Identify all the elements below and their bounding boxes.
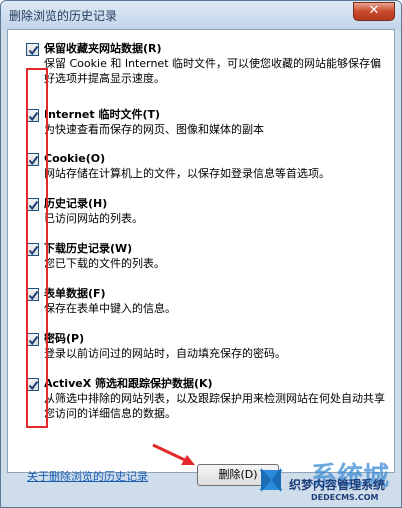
- checkbox-passwords[interactable]: [26, 333, 39, 346]
- checkmark-icon: [28, 245, 39, 256]
- watermark: 系统城 织梦内容管理系统 DEDECMS.COM: [241, 456, 401, 507]
- arrow-annotation-icon: [152, 443, 195, 465]
- checkbox-history[interactable]: [26, 198, 39, 211]
- checkbox-cookies[interactable]: [26, 153, 39, 166]
- checkmark-icon: [28, 155, 39, 166]
- checkbox-temp-files[interactable]: [26, 109, 39, 122]
- option-label[interactable]: 下载历史记录(W): [44, 242, 132, 256]
- close-button[interactable]: ✕: [353, 2, 395, 21]
- option-description: 保留 Cookie 和 Internet 临时文件，可以使您收藏的网站能够保存偏…: [44, 57, 381, 85]
- checkmark-icon: [28, 335, 39, 346]
- option-label[interactable]: ActiveX 筛选和跟踪保护数据(K): [44, 377, 213, 391]
- option-label[interactable]: Internet 临时文件(T): [44, 108, 160, 122]
- watermark-line1: 织梦内容管理系统: [289, 478, 386, 492]
- option-label[interactable]: 密码(P): [44, 332, 84, 346]
- option-description: 保存在表单中键入的信息。: [44, 302, 176, 315]
- watermark-logo-icon: [259, 468, 283, 492]
- checkmark-icon: [28, 200, 39, 211]
- checkbox-activex-tracking[interactable]: [26, 378, 39, 391]
- checkbox-favorites-data[interactable]: [26, 43, 39, 56]
- dialog-title: 删除浏览的历史记录: [9, 9, 118, 23]
- option-label[interactable]: Cookie(O): [44, 152, 105, 166]
- option-label[interactable]: 保留收藏夹网站数据(R): [44, 42, 162, 56]
- options-panel: 保留收藏夹网站数据(R) 保留 Cookie 和 Internet 临时文件，可…: [7, 29, 395, 473]
- option-description: 您已下载的文件的列表。: [44, 257, 165, 270]
- option-description: 已访问网站的列表。: [44, 212, 143, 225]
- checkmark-icon: [28, 45, 39, 56]
- checkmark-icon: [28, 290, 39, 301]
- dialog-window: 删除浏览的历史记录 ✕ 保留收藏夹网站数据(R) 保留 Cookie 和 Int…: [0, 0, 402, 508]
- checkbox-download-history[interactable]: [26, 243, 39, 256]
- option-label[interactable]: 表单数据(F): [44, 287, 106, 301]
- about-delete-history-link[interactable]: 关于删除浏览的历史记录: [27, 468, 148, 484]
- watermark-line2: DEDECMS.COM: [311, 493, 379, 502]
- option-description: 登录以前访问过的网站时，自动填充保存的密码。: [44, 347, 286, 360]
- option-description: 为快速查看而保存的网页、图像和媒体的副本: [44, 123, 264, 136]
- option-description: 网站存储在计算机上的文件，以保存如登录信息等首选项。: [44, 167, 330, 180]
- checkmark-icon: [28, 111, 39, 122]
- checkbox-form-data[interactable]: [26, 288, 39, 301]
- option-label[interactable]: 历史记录(H): [44, 197, 107, 211]
- option-description: 从筛选中排除的网站列表，以及跟踪保护用来检测网站在何处自动共享您访问的详细信息的…: [44, 392, 385, 420]
- title-bar[interactable]: 删除浏览的历史记录 ✕: [1, 1, 401, 29]
- checkmark-icon: [28, 380, 39, 391]
